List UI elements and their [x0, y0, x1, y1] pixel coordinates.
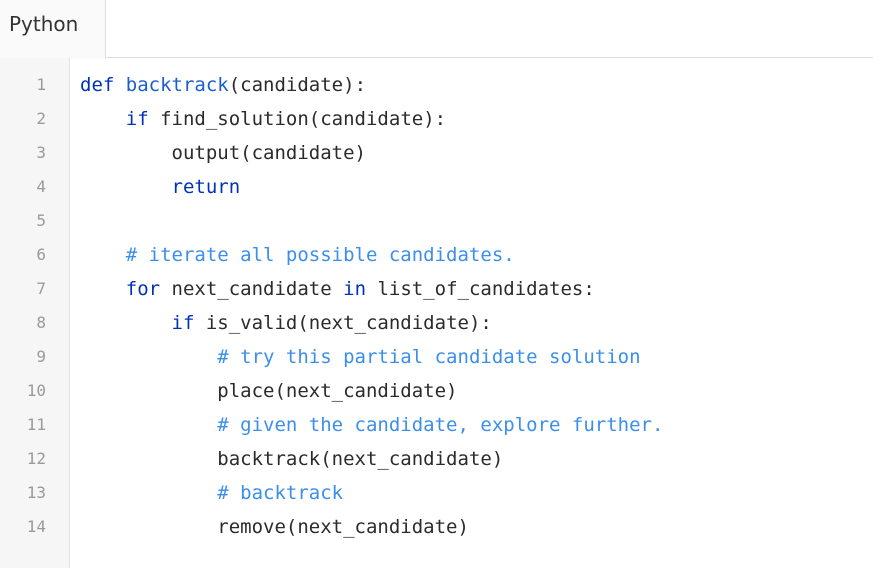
code-content[interactable]: def backtrack(candidate): if find_soluti… [80, 68, 663, 544]
code-line-1: def backtrack(candidate): [80, 68, 663, 102]
keyword: if [171, 312, 195, 334]
code-text: remove(next_candidate) [217, 516, 469, 538]
keyword: return [171, 176, 241, 198]
code-editor: 1 2 3 4 5 6 7 8 9 10 11 12 13 14 def bac… [0, 58, 873, 568]
line-number: 5 [36, 211, 46, 230]
code-line-11: # given the candidate, explore further. [80, 408, 663, 442]
line-number-gutter: 1 2 3 4 5 6 7 8 9 10 11 12 13 14 [0, 58, 70, 568]
function-name: backtrack [125, 74, 229, 96]
code-text: output(candidate) [171, 142, 366, 164]
code-line-13: # backtrack [80, 476, 663, 510]
keyword: if [125, 108, 149, 130]
line-number: 2 [36, 109, 46, 128]
code-line-10: place(next_candidate) [80, 374, 663, 408]
line-number: 7 [36, 279, 46, 298]
tab-python[interactable]: Python [0, 0, 106, 59]
code-line-9: # try this partial candidate solution [80, 340, 663, 374]
code-text: place(next_candidate) [217, 380, 458, 402]
tab-bar: Python [0, 0, 873, 59]
line-number: 11 [26, 415, 46, 434]
line-number: 8 [36, 313, 46, 332]
code-line-12: backtrack(next_candidate) [80, 442, 663, 476]
code-comment: # given the candidate, explore further. [217, 414, 664, 436]
line-number: 9 [36, 347, 46, 366]
code-line-3: output(candidate) [80, 136, 663, 170]
code-line-14: remove(next_candidate) [80, 510, 663, 544]
code-line-6: # iterate all possible candidates. [80, 238, 663, 272]
code-line-2: if find_solution(candidate): [80, 102, 663, 136]
code-comment: # backtrack [217, 482, 344, 504]
code-comment: # try this partial candidate solution [217, 346, 641, 368]
keyword: in [343, 278, 367, 300]
line-number: 12 [26, 449, 46, 468]
code-text: backtrack(next_candidate) [217, 448, 504, 470]
keyword: def [80, 74, 115, 96]
line-number: 14 [26, 517, 46, 536]
code-line-7: for next_candidate in list_of_candidates… [80, 272, 663, 306]
line-number: 10 [26, 381, 46, 400]
line-number: 3 [36, 143, 46, 162]
line-number: 1 [36, 75, 46, 94]
code-line-8: if is_valid(next_candidate): [80, 306, 663, 340]
keyword: for [125, 278, 161, 300]
line-number: 13 [26, 483, 46, 502]
code-line-4: return [80, 170, 663, 204]
code-text: find_solution(candidate): [148, 108, 447, 130]
code-text: list_of_candidates: [366, 278, 595, 300]
code-text: next_candidate [160, 278, 344, 300]
line-number: 4 [36, 177, 46, 196]
code-text: (candidate): [228, 74, 367, 96]
code-text: is_valid(next_candidate): [194, 312, 492, 334]
line-number: 6 [36, 245, 46, 264]
code-comment: # iterate all possible candidates. [125, 244, 515, 266]
